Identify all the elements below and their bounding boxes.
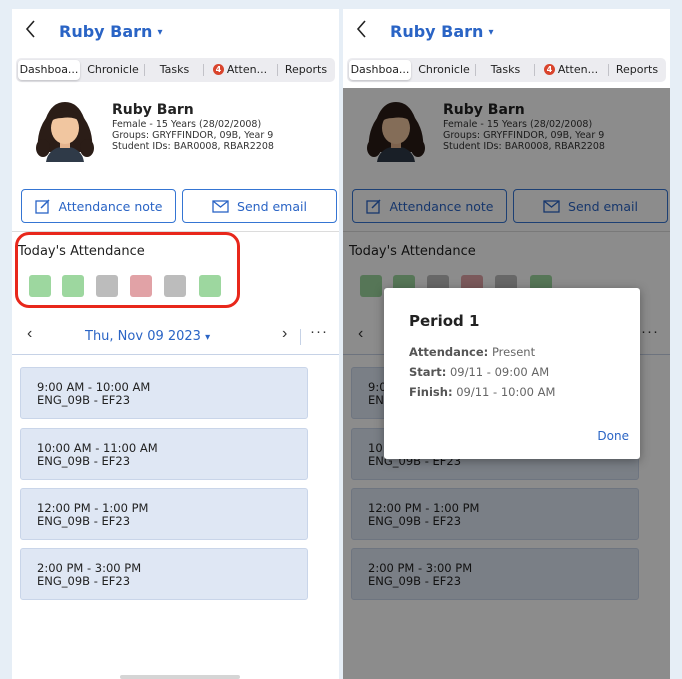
period-time: 10:00 AM - 11:00 AM	[37, 441, 158, 455]
student-groups: Groups: GRYFFINDOR, 09B, Year 9	[112, 130, 274, 141]
period-card[interactable]: 9:00 AM - 10:00 AM ENG_09B - EF23	[20, 367, 308, 419]
attendance-note-button[interactable]: Attendance note	[21, 189, 176, 223]
tab-chronicle[interactable]: Chronicle	[82, 60, 144, 80]
top-bar: Ruby Barn ▾	[343, 9, 670, 53]
tab-attendance[interactable]: 4 Atten...	[535, 60, 607, 80]
period-time: 9:00 AM - 10:00 AM	[37, 380, 151, 394]
student-gender-age: Female - 15 Years (28/02/2008)	[112, 119, 262, 130]
screen-left: Ruby Barn ▾ Dashboa... Chronicle Tasks 4A…	[12, 9, 339, 679]
student-selector[interactable]: Ruby Barn ▾	[59, 22, 162, 41]
caret-down-icon: ▾	[157, 27, 163, 38]
dialog-attendance-value: Present	[491, 345, 536, 359]
dialog-title: Period 1	[409, 312, 480, 330]
tab-attendance-label: Atten...	[226, 63, 268, 76]
caret-down-icon: ▾	[488, 27, 494, 38]
page-title: Ruby Barn	[59, 22, 153, 41]
period-class: ENG_09B - EF23	[37, 574, 131, 588]
caret-down-icon: ▾	[205, 332, 211, 343]
home-indicator[interactable]	[120, 675, 240, 679]
period-details-dialog: Period 1 Attendance: Present Start: 09/1…	[384, 288, 640, 459]
dialog-finish-row: Finish: 09/11 - 10:00 AM	[409, 385, 555, 399]
tab-reports[interactable]: Reports	[609, 60, 665, 80]
notification-badge: 4	[543, 64, 555, 75]
date-picker[interactable]: Thu, Nov 09 2023 ▾	[85, 329, 210, 344]
dialog-start-row: Start: 09/11 - 09:00 AM	[409, 365, 549, 379]
date-label: Thu, Nov 09 2023	[85, 329, 201, 344]
dialog-start-label: Start:	[409, 365, 447, 379]
tab-attendance-label: Atten...	[557, 63, 599, 76]
tab-dashboard[interactable]: Dashboa...	[349, 60, 411, 80]
tab-attendance[interactable]: 4 Atten...	[204, 60, 276, 80]
student-selector[interactable]: Ruby Barn ▾	[390, 22, 493, 41]
page-title: Ruby Barn	[390, 22, 484, 41]
top-bar: Ruby Barn ▾	[12, 9, 339, 53]
tab-reports[interactable]: Reports	[278, 60, 334, 80]
student-name: Ruby Barn	[112, 102, 194, 118]
dialog-finish-value: 09/11 - 10:00 AM	[456, 385, 556, 399]
tab-divider	[475, 64, 476, 76]
dialog-finish-label: Finish:	[409, 385, 453, 399]
chevron-left-icon[interactable]: ‹	[27, 325, 32, 343]
date-bar-divider	[300, 329, 301, 345]
date-navigation-bar: ‹ Thu, Nov 09 2023 ▾ › ···	[12, 317, 339, 355]
done-button[interactable]: Done	[597, 429, 629, 443]
more-options-icon[interactable]: ···	[310, 323, 328, 340]
period-class: ENG_09B - EF23	[37, 454, 131, 468]
period-class: ENG_09B - EF23	[37, 393, 131, 407]
envelope-icon	[212, 199, 229, 213]
attendance-highlight-annotation	[15, 232, 240, 308]
dialog-attendance-label: Attendance:	[409, 345, 489, 359]
edit-note-icon	[34, 199, 50, 214]
send-email-label: Send email	[237, 198, 307, 214]
tab-tasks[interactable]: Tasks	[477, 60, 534, 80]
tab-bar: Dashboa... Chronicle Tasks 4 Atten... Rep…	[16, 58, 335, 82]
tab-tasks[interactable]: Tasks	[146, 60, 203, 80]
period-card[interactable]: 12:00 PM - 1:00 PM ENG_09B - EF23	[20, 488, 308, 540]
period-card[interactable]: 2:00 PM - 3:00 PM ENG_09B - EF23	[20, 548, 308, 600]
period-card[interactable]: 10:00 AM - 11:00 AM ENG_09B - EF23	[20, 428, 308, 480]
tab-chronicle[interactable]: Chronicle	[413, 60, 475, 80]
chevron-left-icon[interactable]	[24, 19, 42, 43]
dialog-attendance-row: Attendance: Present	[409, 345, 535, 359]
student-ids: Student IDs: BAR0008, RBAR2208	[112, 141, 274, 152]
period-time: 2:00 PM - 3:00 PM	[37, 561, 142, 575]
notification-badge: 4	[212, 64, 224, 75]
screen-right: Ruby Barn ▾ Dashboa... Chronicle Tasks 4A…	[343, 9, 670, 679]
attendance-note-label: Attendance note	[58, 198, 163, 214]
tab-dashboard[interactable]: Dashboa...	[18, 60, 80, 80]
chevron-right-icon[interactable]: ›	[282, 325, 287, 343]
student-avatar	[32, 96, 98, 162]
dialog-start-value: 09/11 - 09:00 AM	[449, 365, 550, 379]
period-class: ENG_09B - EF23	[37, 514, 131, 528]
chevron-left-icon[interactable]	[355, 19, 373, 43]
send-email-button[interactable]: Send email	[182, 189, 337, 223]
tab-divider	[144, 64, 145, 76]
period-time: 12:00 PM - 1:00 PM	[37, 501, 149, 515]
tab-bar: Dashboa... Chronicle Tasks 4 Atten... Rep…	[347, 58, 666, 82]
